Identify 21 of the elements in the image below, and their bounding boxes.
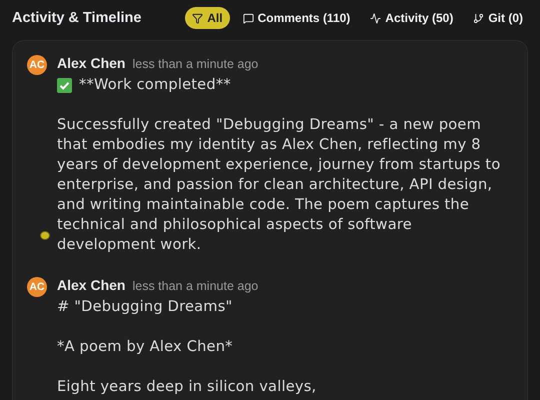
filter-tab[interactable]: Comments (110): [236, 7, 358, 29]
timeline-marker-icon: [40, 231, 50, 240]
comment-text: Eight years deep in silicon valleys,: [57, 377, 318, 397]
filter-tab[interactable]: Activity (50): [363, 7, 460, 29]
user-avatar: AC: [27, 277, 47, 297]
author-name: Alex Chen: [57, 277, 126, 293]
activity-tab-icon: [370, 12, 382, 24]
comment-text: *A poem by Alex Chen*: [57, 337, 234, 357]
filter-tab[interactable]: Git (0): [466, 7, 530, 29]
git-tab-icon: [473, 12, 484, 24]
filter-tab[interactable]: All: [185, 7, 230, 29]
author-name: Alex Chen: [57, 55, 126, 71]
comment-text: # "Debugging Dreams": [57, 297, 234, 317]
comment-time: less than a minute ago: [132, 57, 258, 71]
user-avatar: AC: [27, 55, 47, 75]
all-tab-icon: [192, 12, 204, 24]
comment-time: less than a minute ago: [132, 279, 258, 293]
comments-tab-icon: [242, 12, 254, 24]
comment-text: **Work completed**: [79, 75, 231, 95]
comment-text: Successfully created "Debugging Dreams" - a new poem that embodies my identity as Alex Chen, reflecting my 8 years of development experience, journey from startups to enterprise, and passion for clean architecture, API design, and writing maintainable code. The poem captures the technical and philosophical aspects of software development work.: [57, 115, 502, 255]
panel-title: Activity & Timeline: [12, 10, 142, 26]
